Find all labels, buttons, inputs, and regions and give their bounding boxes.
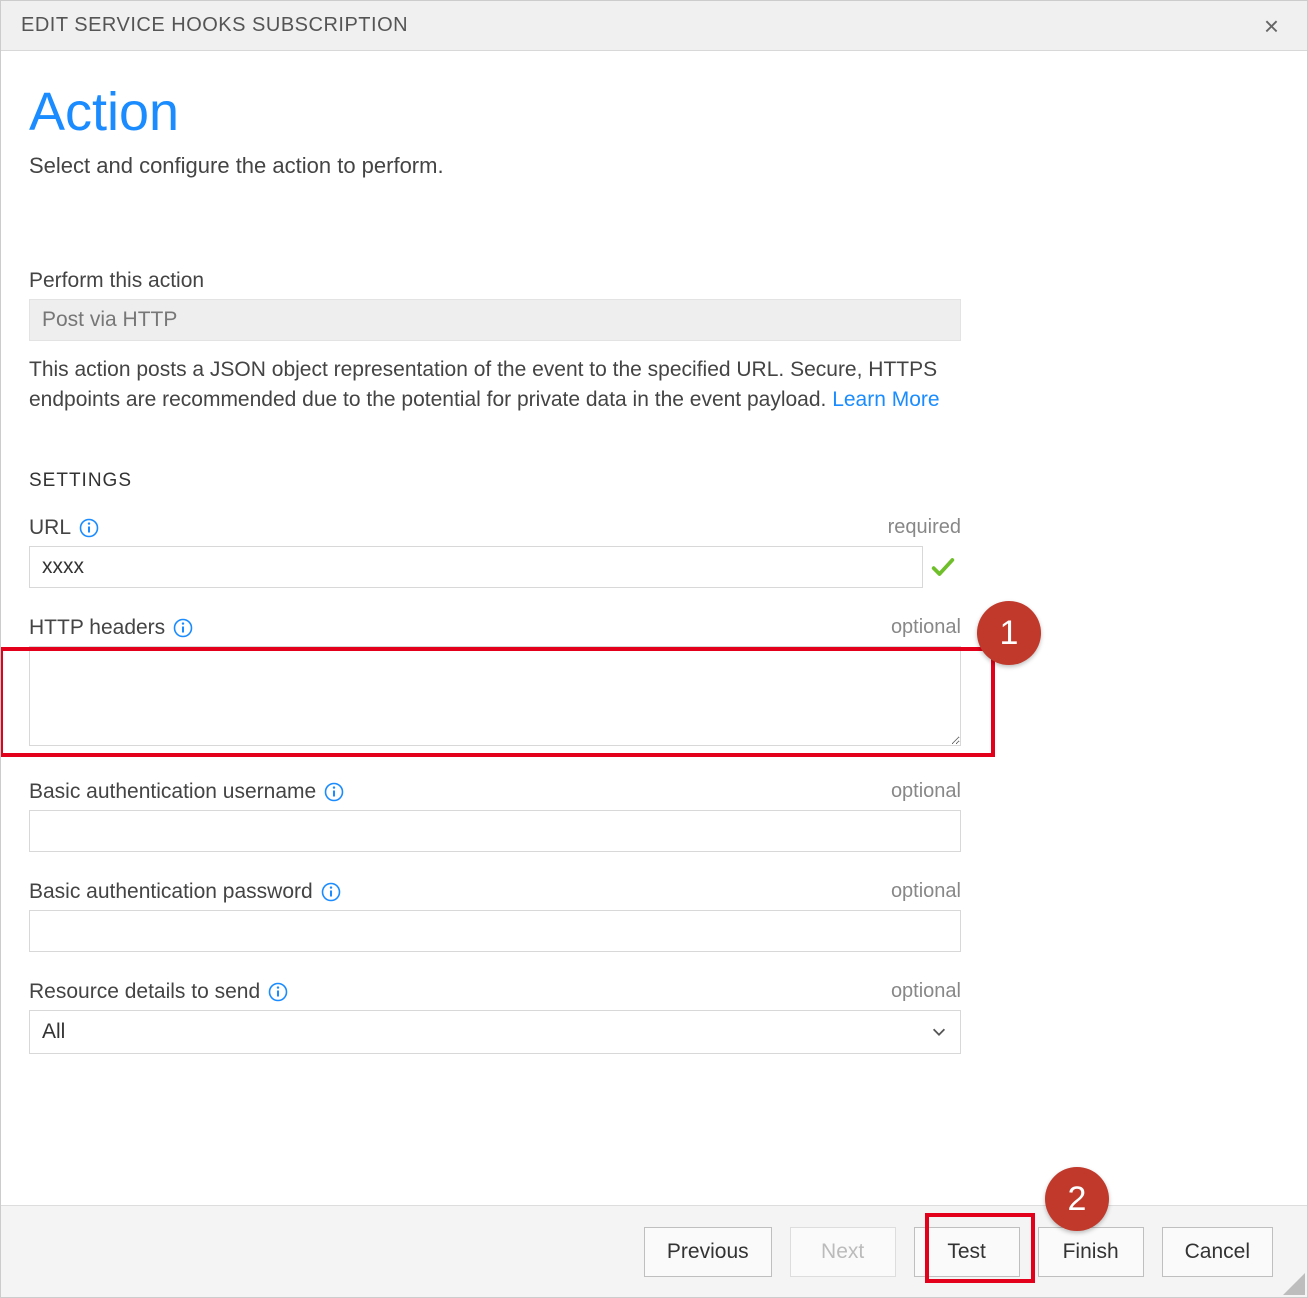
page-title: Action: [29, 81, 1279, 143]
test-button[interactable]: Test: [914, 1227, 1020, 1277]
username-input[interactable]: [29, 810, 961, 852]
resource-field: Resource details to send optional All: [29, 980, 961, 1054]
learn-more-link[interactable]: Learn More: [832, 388, 939, 411]
finish-button[interactable]: Finish: [1038, 1227, 1144, 1277]
page-subtitle: Select and configure the action to perfo…: [29, 153, 1279, 179]
dialog: EDIT SERVICE HOOKS SUBSCRIPTION × Action…: [0, 0, 1308, 1298]
url-field: URL required: [29, 516, 961, 588]
titlebar: EDIT SERVICE HOOKS SUBSCRIPTION ×: [1, 1, 1307, 51]
resize-grip[interactable]: [1283, 1273, 1305, 1295]
info-icon[interactable]: [268, 982, 288, 1002]
content-area[interactable]: Action Select and configure the action t…: [1, 51, 1307, 1205]
action-value: Post via HTTP: [29, 299, 961, 341]
url-label: URL: [29, 516, 71, 540]
resource-select[interactable]: All: [29, 1010, 961, 1054]
action-description-text: This action posts a JSON object represen…: [29, 358, 937, 411]
previous-button[interactable]: Previous: [644, 1227, 772, 1277]
username-field: Basic authentication username optional: [29, 780, 961, 852]
close-icon[interactable]: ×: [1256, 9, 1287, 43]
password-input[interactable]: [29, 910, 961, 952]
dialog-title: EDIT SERVICE HOOKS SUBSCRIPTION: [21, 14, 408, 37]
info-icon[interactable]: [321, 882, 341, 902]
resource-hint: optional: [891, 980, 961, 1003]
resource-label: Resource details to send: [29, 980, 260, 1004]
username-hint: optional: [891, 780, 961, 803]
resource-value: All: [42, 1020, 65, 1044]
next-button: Next: [790, 1227, 896, 1277]
chevron-down-icon: [930, 1023, 948, 1041]
info-icon[interactable]: [79, 518, 99, 538]
url-hint: required: [888, 516, 961, 539]
action-label: Perform this action: [29, 269, 204, 293]
action-field: Perform this action Post via HTTP This a…: [29, 269, 961, 416]
dialog-footer: Previous Next Test Finish Cancel: [1, 1205, 1307, 1297]
annotation-callout-1: 1: [977, 601, 1041, 665]
username-label: Basic authentication username: [29, 780, 316, 804]
info-icon[interactable]: [173, 618, 193, 638]
info-icon[interactable]: [324, 782, 344, 802]
headers-label: HTTP headers: [29, 616, 165, 640]
password-label: Basic authentication password: [29, 880, 313, 904]
password-hint: optional: [891, 880, 961, 903]
settings-heading: SETTINGS: [29, 470, 1279, 492]
cancel-button[interactable]: Cancel: [1162, 1227, 1273, 1277]
checkmark-icon: [929, 553, 957, 581]
headers-hint: optional: [891, 616, 961, 639]
password-field: Basic authentication password optional: [29, 880, 961, 952]
action-description: This action posts a JSON object represen…: [29, 355, 961, 416]
headers-field: HTTP headers optional: [29, 616, 961, 752]
url-input[interactable]: [29, 546, 923, 588]
headers-textarea[interactable]: [29, 646, 961, 746]
